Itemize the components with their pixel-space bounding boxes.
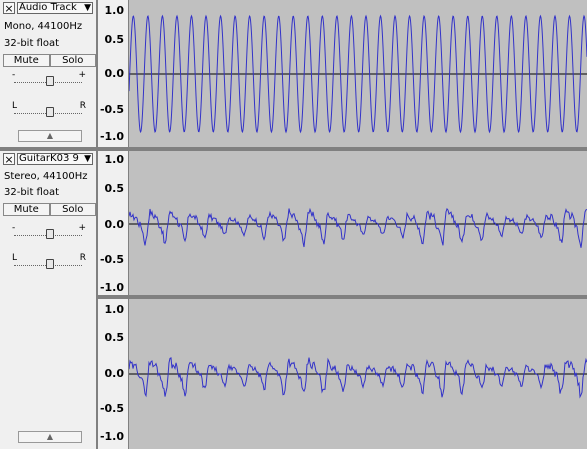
gain-minus-label: -: [12, 223, 16, 233]
collapse-icon[interactable]: ▲: [18, 431, 82, 443]
pan-slider-thumb[interactable]: [46, 107, 54, 117]
gain-slider-thumb[interactable]: [46, 76, 54, 86]
amplitude-ruler: 1.0 0.5 0.0 -0.5 -1.0: [97, 0, 129, 147]
close-icon[interactable]: ×: [3, 2, 15, 14]
ruler-tick: 0.0: [104, 367, 125, 380]
dropdown-icon: ▼: [84, 154, 91, 164]
waveform-line: [129, 357, 587, 399]
waveform-right-channel[interactable]: [129, 299, 587, 449]
collapse-icon[interactable]: ▲: [18, 130, 82, 142]
mute-button[interactable]: Mute: [3, 203, 50, 216]
pan-right-label: R: [79, 253, 86, 263]
ruler-tick: -0.5: [99, 402, 124, 415]
ruler-tick: -1.0: [99, 430, 124, 443]
gain-slider[interactable]: - +: [10, 223, 86, 241]
track-name-menu[interactable]: GuitarK03 9 ▼: [17, 153, 93, 165]
ruler-tick: 0.0: [104, 67, 125, 80]
solo-button[interactable]: Solo: [49, 203, 96, 216]
track-bitdepth: 32-bit float: [4, 38, 60, 49]
ruler-tick: 1.0: [104, 153, 125, 166]
ruler-tick: -0.5: [99, 253, 124, 266]
gain-minus-label: -: [12, 70, 16, 80]
gain-plus-label: +: [78, 70, 86, 80]
mute-button[interactable]: Mute: [3, 54, 50, 67]
ruler-tick: 0.5: [104, 182, 125, 195]
track-name: GuitarK03 9: [19, 153, 79, 164]
amplitude-ruler-left: 1.0 0.5 0.0 -0.5 -1.0: [97, 151, 129, 295]
waveform-mono[interactable]: [129, 0, 587, 147]
pan-right-label: R: [79, 101, 86, 111]
ruler-tick: 1.0: [104, 303, 125, 316]
ruler-tick: -1.0: [99, 281, 124, 294]
pan-slider[interactable]: L R: [10, 101, 86, 119]
gain-slider-thumb[interactable]: [46, 229, 54, 239]
pan-left-label: L: [12, 101, 18, 111]
ruler-tick: -0.5: [99, 103, 124, 116]
ruler-tick: 0.0: [104, 218, 125, 231]
gain-slider[interactable]: - +: [10, 70, 86, 88]
pan-slider[interactable]: L R: [10, 253, 86, 271]
ruler-tick: -1.0: [99, 130, 124, 143]
dropdown-icon: ▼: [84, 3, 91, 13]
amplitude-ruler-right: 1.0 0.5 0.0 -0.5 -1.0: [97, 299, 129, 449]
waveform-line: [129, 207, 587, 248]
track-name: Audio Track: [19, 2, 77, 13]
pan-left-label: L: [12, 253, 18, 263]
track-format: Stereo, 44100Hz: [4, 171, 88, 182]
close-icon[interactable]: ×: [3, 153, 15, 165]
solo-button[interactable]: Solo: [49, 54, 96, 67]
ruler-tick: 1.0: [104, 4, 125, 17]
track-bitdepth: 32-bit float: [4, 187, 60, 198]
track-audio: × Audio Track ▼ Mono, 44100Hz 32-bit flo…: [0, 0, 587, 147]
ruler-tick: 0.5: [104, 331, 125, 344]
track-control-panel[interactable]: × Audio Track ▼ Mono, 44100Hz 32-bit flo…: [0, 0, 97, 147]
track-control-panel[interactable]: × GuitarK03 9 ▼ Stereo, 44100Hz 32-bit f…: [0, 151, 97, 449]
gain-plus-label: +: [78, 223, 86, 233]
track-name-menu[interactable]: Audio Track ▼: [17, 2, 93, 14]
pan-slider-thumb[interactable]: [46, 259, 54, 269]
track-format: Mono, 44100Hz: [4, 21, 83, 32]
ruler-tick: 0.5: [104, 33, 125, 46]
track-guitar: × GuitarK03 9 ▼ Stereo, 44100Hz 32-bit f…: [0, 151, 587, 449]
waveform-left-channel[interactable]: [129, 151, 587, 295]
